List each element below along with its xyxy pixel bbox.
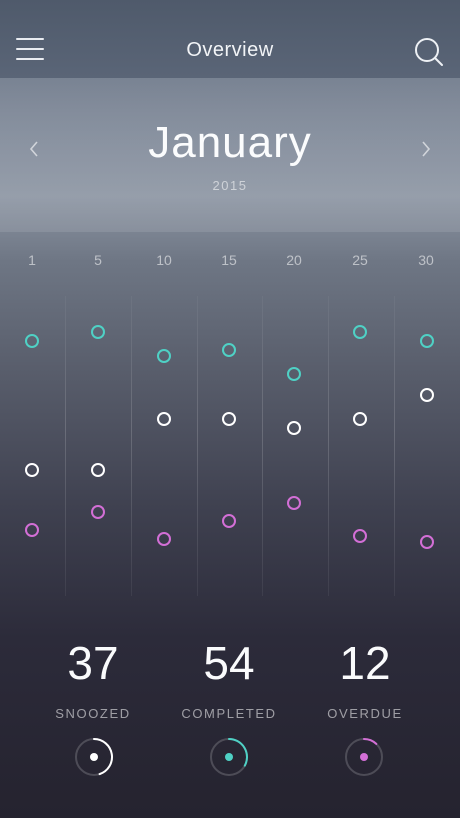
stat-snoozed-label: SNOOZED xyxy=(55,706,131,721)
grid-line xyxy=(65,296,66,596)
data-point-pink-20[interactable] xyxy=(287,496,301,510)
stat-completed: 54 COMPLETED xyxy=(164,640,294,721)
data-point-white-30[interactable] xyxy=(420,388,434,402)
data-point-teal-30[interactable] xyxy=(420,334,434,348)
stat-overdue-label: OVERDUE xyxy=(327,706,403,721)
stat-completed-label: COMPLETED xyxy=(181,706,277,721)
progress-ring-completed xyxy=(210,738,248,776)
ring-center-dot xyxy=(225,753,233,761)
data-point-white-5[interactable] xyxy=(91,463,105,477)
data-point-pink-30[interactable] xyxy=(420,535,434,549)
day-label-10: 10 xyxy=(156,252,172,268)
data-point-teal-10[interactable] xyxy=(157,349,171,363)
year-label: 2015 xyxy=(212,178,248,193)
month-label: January xyxy=(148,118,312,167)
ring-progress-arc xyxy=(363,738,378,745)
search-icon[interactable] xyxy=(414,37,444,67)
data-point-pink-10[interactable] xyxy=(157,532,171,546)
day-label-1: 1 xyxy=(28,252,36,268)
ring-center-dot xyxy=(90,753,98,761)
data-point-white-20[interactable] xyxy=(287,421,301,435)
grid-line xyxy=(131,296,132,596)
day-label-30: 30 xyxy=(418,252,434,268)
stat-overdue: 12 OVERDUE xyxy=(300,640,430,721)
grid-line xyxy=(394,296,395,596)
data-point-teal-25[interactable] xyxy=(353,325,367,339)
day-label-25: 25 xyxy=(352,252,368,268)
data-point-white-1[interactable] xyxy=(25,463,39,477)
data-point-teal-1[interactable] xyxy=(25,334,39,348)
ring-progress-arc xyxy=(228,738,248,767)
progress-ring-snoozed xyxy=(75,738,113,776)
grid-line xyxy=(328,296,329,596)
data-point-pink-25[interactable] xyxy=(353,529,367,543)
data-point-white-15[interactable] xyxy=(222,412,236,426)
data-point-white-10[interactable] xyxy=(157,412,171,426)
stat-snoozed-value: 37 xyxy=(67,637,119,689)
data-point-pink-5[interactable] xyxy=(91,505,105,519)
stat-completed-value: 54 xyxy=(203,637,255,689)
stat-snoozed: 37 SNOOZED xyxy=(28,640,158,721)
progress-ring-overdue xyxy=(345,738,383,776)
data-point-white-25[interactable] xyxy=(353,412,367,426)
ring-center-dot xyxy=(360,753,368,761)
grid-line xyxy=(262,296,263,596)
day-label-20: 20 xyxy=(286,252,302,268)
data-point-pink-1[interactable] xyxy=(25,523,39,537)
stat-overdue-value: 12 xyxy=(339,637,391,689)
data-point-teal-15[interactable] xyxy=(222,343,236,357)
day-label-5: 5 xyxy=(94,252,102,268)
data-point-teal-20[interactable] xyxy=(287,367,301,381)
grid-line xyxy=(197,296,198,596)
page-title: Overview xyxy=(186,39,274,61)
data-point-pink-15[interactable] xyxy=(222,514,236,528)
chevron-right-icon[interactable] xyxy=(419,138,433,160)
data-point-teal-5[interactable] xyxy=(91,325,105,339)
day-label-15: 15 xyxy=(221,252,237,268)
